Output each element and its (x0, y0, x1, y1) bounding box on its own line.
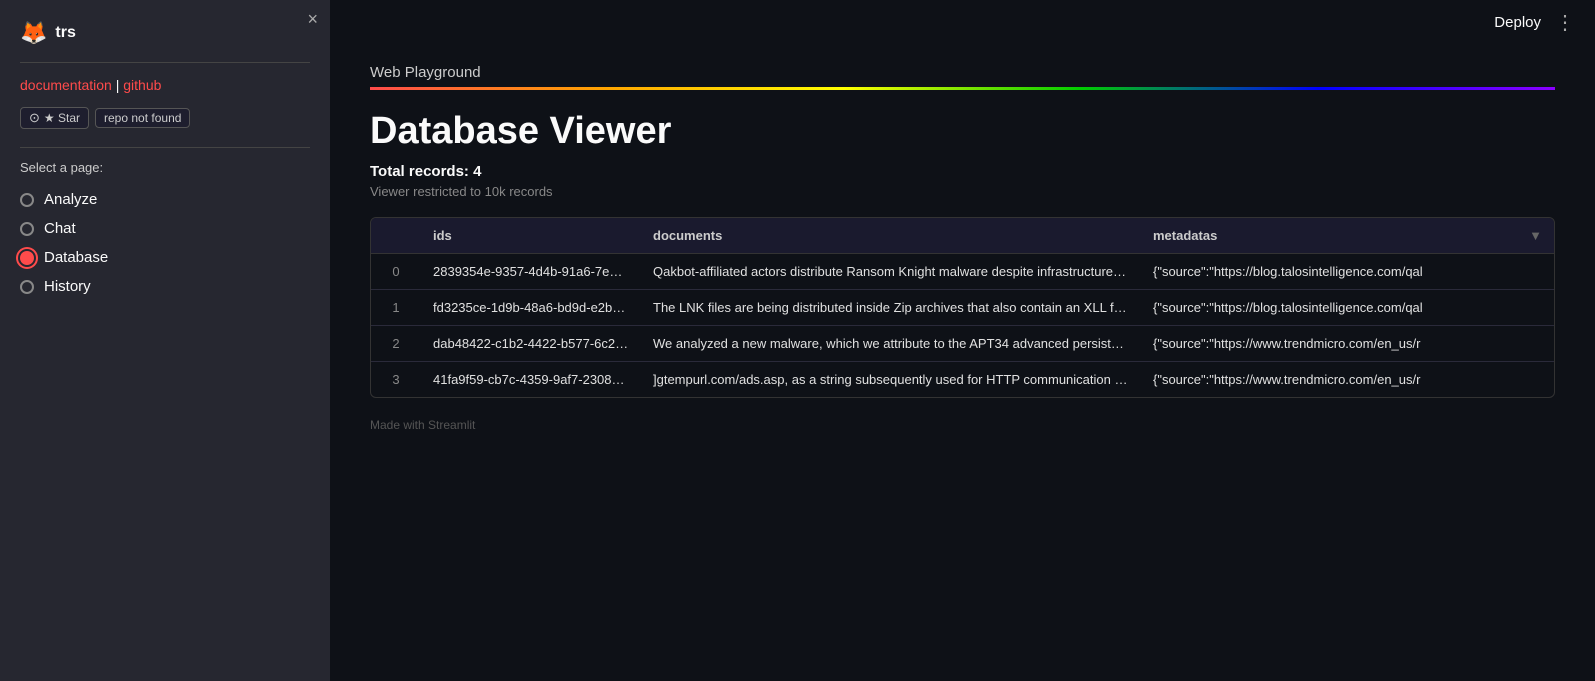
top-bar: Deploy ⋮ (330, 0, 1595, 44)
sidebar-divider-top (20, 62, 310, 63)
github-icon: ⊙ (29, 110, 40, 126)
table-row[interactable]: 1 fd3235ce-1d9b-48a6-bd9d-e2bb323e3d74 T… (371, 290, 1554, 326)
table-row[interactable]: 3 41fa9f59-cb7c-4359-9af7-230885bc653f ]… (371, 362, 1554, 398)
nav-label-history: History (44, 278, 91, 295)
cell-documents: The LNK files are being distributed insi… (641, 290, 1141, 326)
cell-metadatas: {"source":"https://www.trendmicro.com/en… (1141, 326, 1554, 362)
rainbow-bar (370, 87, 1555, 90)
nav-label-analyze: Analyze (44, 191, 97, 208)
sidebar: × 🦊 trs documentation | github ⊙ ★ Star … (0, 0, 330, 681)
database-table-container: ids documents metadatas ▼ 0 2839354e-935… (370, 217, 1555, 398)
col-documents-header: documents (641, 218, 1141, 254)
cell-index: 1 (371, 290, 421, 326)
nav-item-analyze[interactable]: Analyze (0, 185, 330, 214)
documentation-link[interactable]: documentation (20, 77, 112, 93)
sidebar-links: documentation | github (0, 71, 330, 103)
table-row[interactable]: 2 dab48422-c1b2-4422-b577-6c28d4a991e3 W… (371, 326, 1554, 362)
page-title: Web Playground (370, 64, 1555, 81)
viewer-restriction-note: Viewer restricted to 10k records (370, 184, 1555, 199)
sidebar-app-name: trs (55, 24, 75, 42)
total-records-label: Total records: 4 (370, 163, 1555, 180)
sort-icon: ▼ (1529, 228, 1542, 243)
page-body: Web Playground Database Viewer Total rec… (330, 44, 1595, 681)
cell-metadatas: {"source":"https://www.trendmicro.com/en… (1141, 362, 1554, 398)
radio-analyze (20, 193, 34, 207)
cell-index: 3 (371, 362, 421, 398)
more-options-button[interactable]: ⋮ (1555, 10, 1575, 35)
sidebar-logo-area: 🦊 trs (0, 0, 330, 54)
sidebar-close-button[interactable]: × (307, 10, 318, 28)
footer: Made with Streamlit (370, 398, 1555, 432)
cell-ids: fd3235ce-1d9b-48a6-bd9d-e2bb323e3d74 (421, 290, 641, 326)
radio-chat (20, 222, 34, 236)
cell-ids: 2839354e-9357-4d4b-91a6-7e2a42205ee9 (421, 254, 641, 290)
cell-documents: We analyzed a new malware, which we attr… (641, 326, 1141, 362)
nav-item-chat[interactable]: Chat (0, 214, 330, 243)
deploy-button[interactable]: Deploy (1494, 14, 1541, 31)
table-header-row: ids documents metadatas ▼ (371, 218, 1554, 254)
cell-documents: Qakbot-affiliated actors distribute Rans… (641, 254, 1141, 290)
main-content-area: Deploy ⋮ Web Playground Database Viewer … (330, 0, 1595, 681)
nav-label-chat: Chat (44, 220, 76, 237)
cell-metadatas: {"source":"https://blog.talosintelligenc… (1141, 290, 1554, 326)
repo-not-found-badge: repo not found (95, 108, 190, 128)
cell-index: 2 (371, 326, 421, 362)
cell-documents: ]gtempurl.com/ads.asp, as a string subse… (641, 362, 1141, 398)
col-ids-header: ids (421, 218, 641, 254)
cell-metadatas: {"source":"https://blog.talosintelligenc… (1141, 254, 1554, 290)
sidebar-section-label: Select a page: (0, 160, 330, 185)
cell-ids: dab48422-c1b2-4422-b577-6c28d4a991e3 (421, 326, 641, 362)
star-badge[interactable]: ⊙ ★ Star (20, 107, 89, 129)
nav-item-history[interactable]: History (0, 272, 330, 301)
page-title-area: Web Playground (370, 64, 1555, 90)
fox-icon: 🦊 (20, 20, 47, 46)
col-index-header (371, 218, 421, 254)
nav-item-database[interactable]: Database (0, 243, 330, 272)
nav-label-database: Database (44, 249, 108, 266)
col-metadatas-header[interactable]: metadatas ▼ (1141, 218, 1554, 254)
sidebar-divider-bottom (20, 147, 310, 148)
github-link[interactable]: github (123, 77, 161, 93)
radio-database (20, 251, 34, 265)
table-row[interactable]: 0 2839354e-9357-4d4b-91a6-7e2a42205ee9 Q… (371, 254, 1554, 290)
streamlit-link[interactable]: Streamlit (428, 418, 475, 432)
radio-history (20, 280, 34, 294)
cell-ids: 41fa9f59-cb7c-4359-9af7-230885bc653f (421, 362, 641, 398)
table-body: 0 2839354e-9357-4d4b-91a6-7e2a42205ee9 Q… (371, 254, 1554, 398)
sidebar-badge-row: ⊙ ★ Star repo not found (0, 103, 330, 139)
db-viewer-heading: Database Viewer (370, 110, 1555, 153)
cell-index: 0 (371, 254, 421, 290)
database-table: ids documents metadatas ▼ 0 2839354e-935… (371, 218, 1554, 397)
